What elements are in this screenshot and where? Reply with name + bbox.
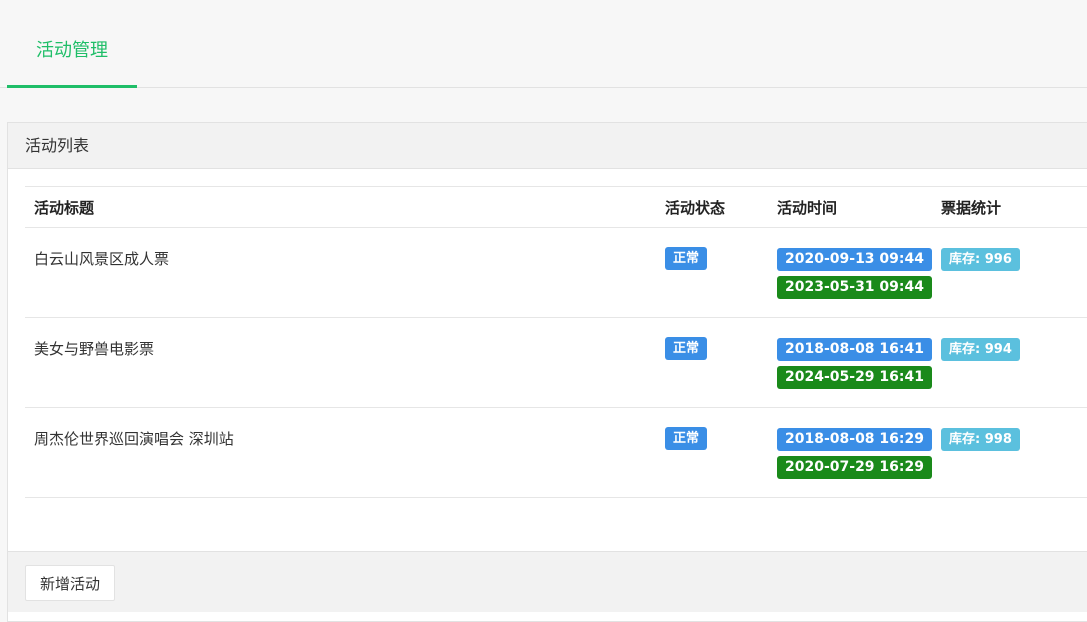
tab-activity-management[interactable]: 活动管理 (7, 0, 137, 88)
table-header-row: 活动标题 活动状态 活动时间 票据统计 (25, 186, 1087, 228)
column-header-title: 活动标题 (25, 186, 656, 228)
end-time-badge: 2024-05-29 16:41 (777, 366, 932, 389)
table-row[interactable]: 白云山风景区成人票 正常 2020-09-13 09:44 2023-05-31… (25, 227, 1087, 318)
end-time-badge: 2023-05-31 09:44 (777, 276, 932, 299)
activity-title: 周杰伦世界巡回演唱会 深圳站 (25, 407, 656, 498)
activity-table: 活动标题 活动状态 活动时间 票据统计 白云山风景区成人票 正常 2020-09… (25, 186, 1087, 498)
tab-bar: 活动管理 (0, 0, 1087, 88)
stock-badge: 库存: 996 (941, 248, 1020, 271)
table-row[interactable]: 美女与野兽电影票 正常 2018-08-08 16:41 2024-05-29 … (25, 317, 1087, 408)
add-activity-button[interactable]: 新增活动 (25, 565, 116, 601)
activity-title: 美女与野兽电影票 (25, 317, 656, 408)
activity-list-panel: 活动列表 活动标题 活动状态 活动时间 票据统计 白云山风景区成人票 正常 20… (7, 122, 1087, 622)
column-header-tickets: 票据统计 (932, 186, 1087, 228)
column-header-time: 活动时间 (768, 186, 932, 228)
column-header-status: 活动状态 (656, 186, 768, 228)
table-row[interactable]: 周杰伦世界巡回演唱会 深圳站 正常 2018-08-08 16:29 2020-… (25, 407, 1087, 498)
stock-badge: 库存: 998 (941, 428, 1020, 451)
status-badge: 正常 (665, 337, 708, 360)
status-badge: 正常 (665, 247, 708, 270)
end-time-badge: 2020-07-29 16:29 (777, 456, 932, 479)
panel-title: 活动列表 (8, 123, 1087, 169)
status-badge: 正常 (665, 427, 708, 450)
stock-badge: 库存: 994 (941, 338, 1020, 361)
start-time-badge: 2018-08-08 16:29 (777, 428, 932, 451)
start-time-badge: 2018-08-08 16:41 (777, 338, 932, 361)
activity-title: 白云山风景区成人票 (25, 227, 656, 318)
start-time-badge: 2020-09-13 09:44 (777, 248, 932, 271)
